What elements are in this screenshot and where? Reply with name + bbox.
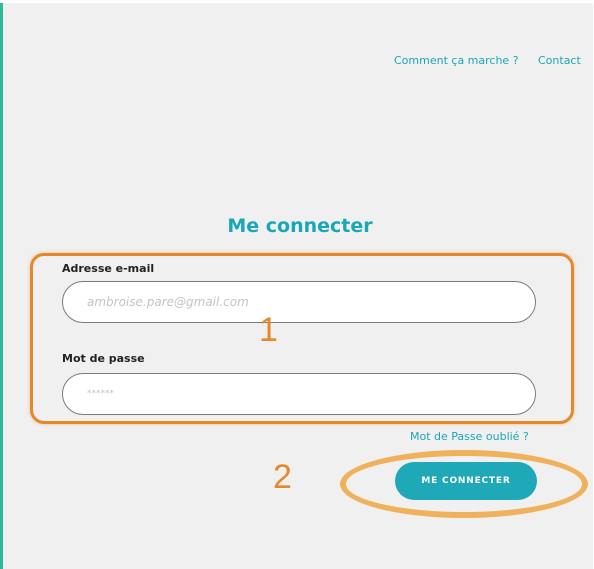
nav-link-contact[interactable]: Contact	[538, 54, 581, 67]
email-field[interactable]	[62, 281, 536, 323]
password-field[interactable]	[62, 373, 536, 415]
nav-link-how-it-works[interactable]: Comment ça marche ?	[394, 54, 519, 67]
email-label: Adresse e-mail	[62, 262, 155, 275]
page-title: Me connecter	[227, 215, 373, 237]
login-button[interactable]: ME CONNECTER	[395, 462, 537, 500]
forgot-password-link[interactable]: Mot de Passe oublié ?	[410, 430, 529, 443]
password-label: Mot de passe	[62, 352, 145, 365]
